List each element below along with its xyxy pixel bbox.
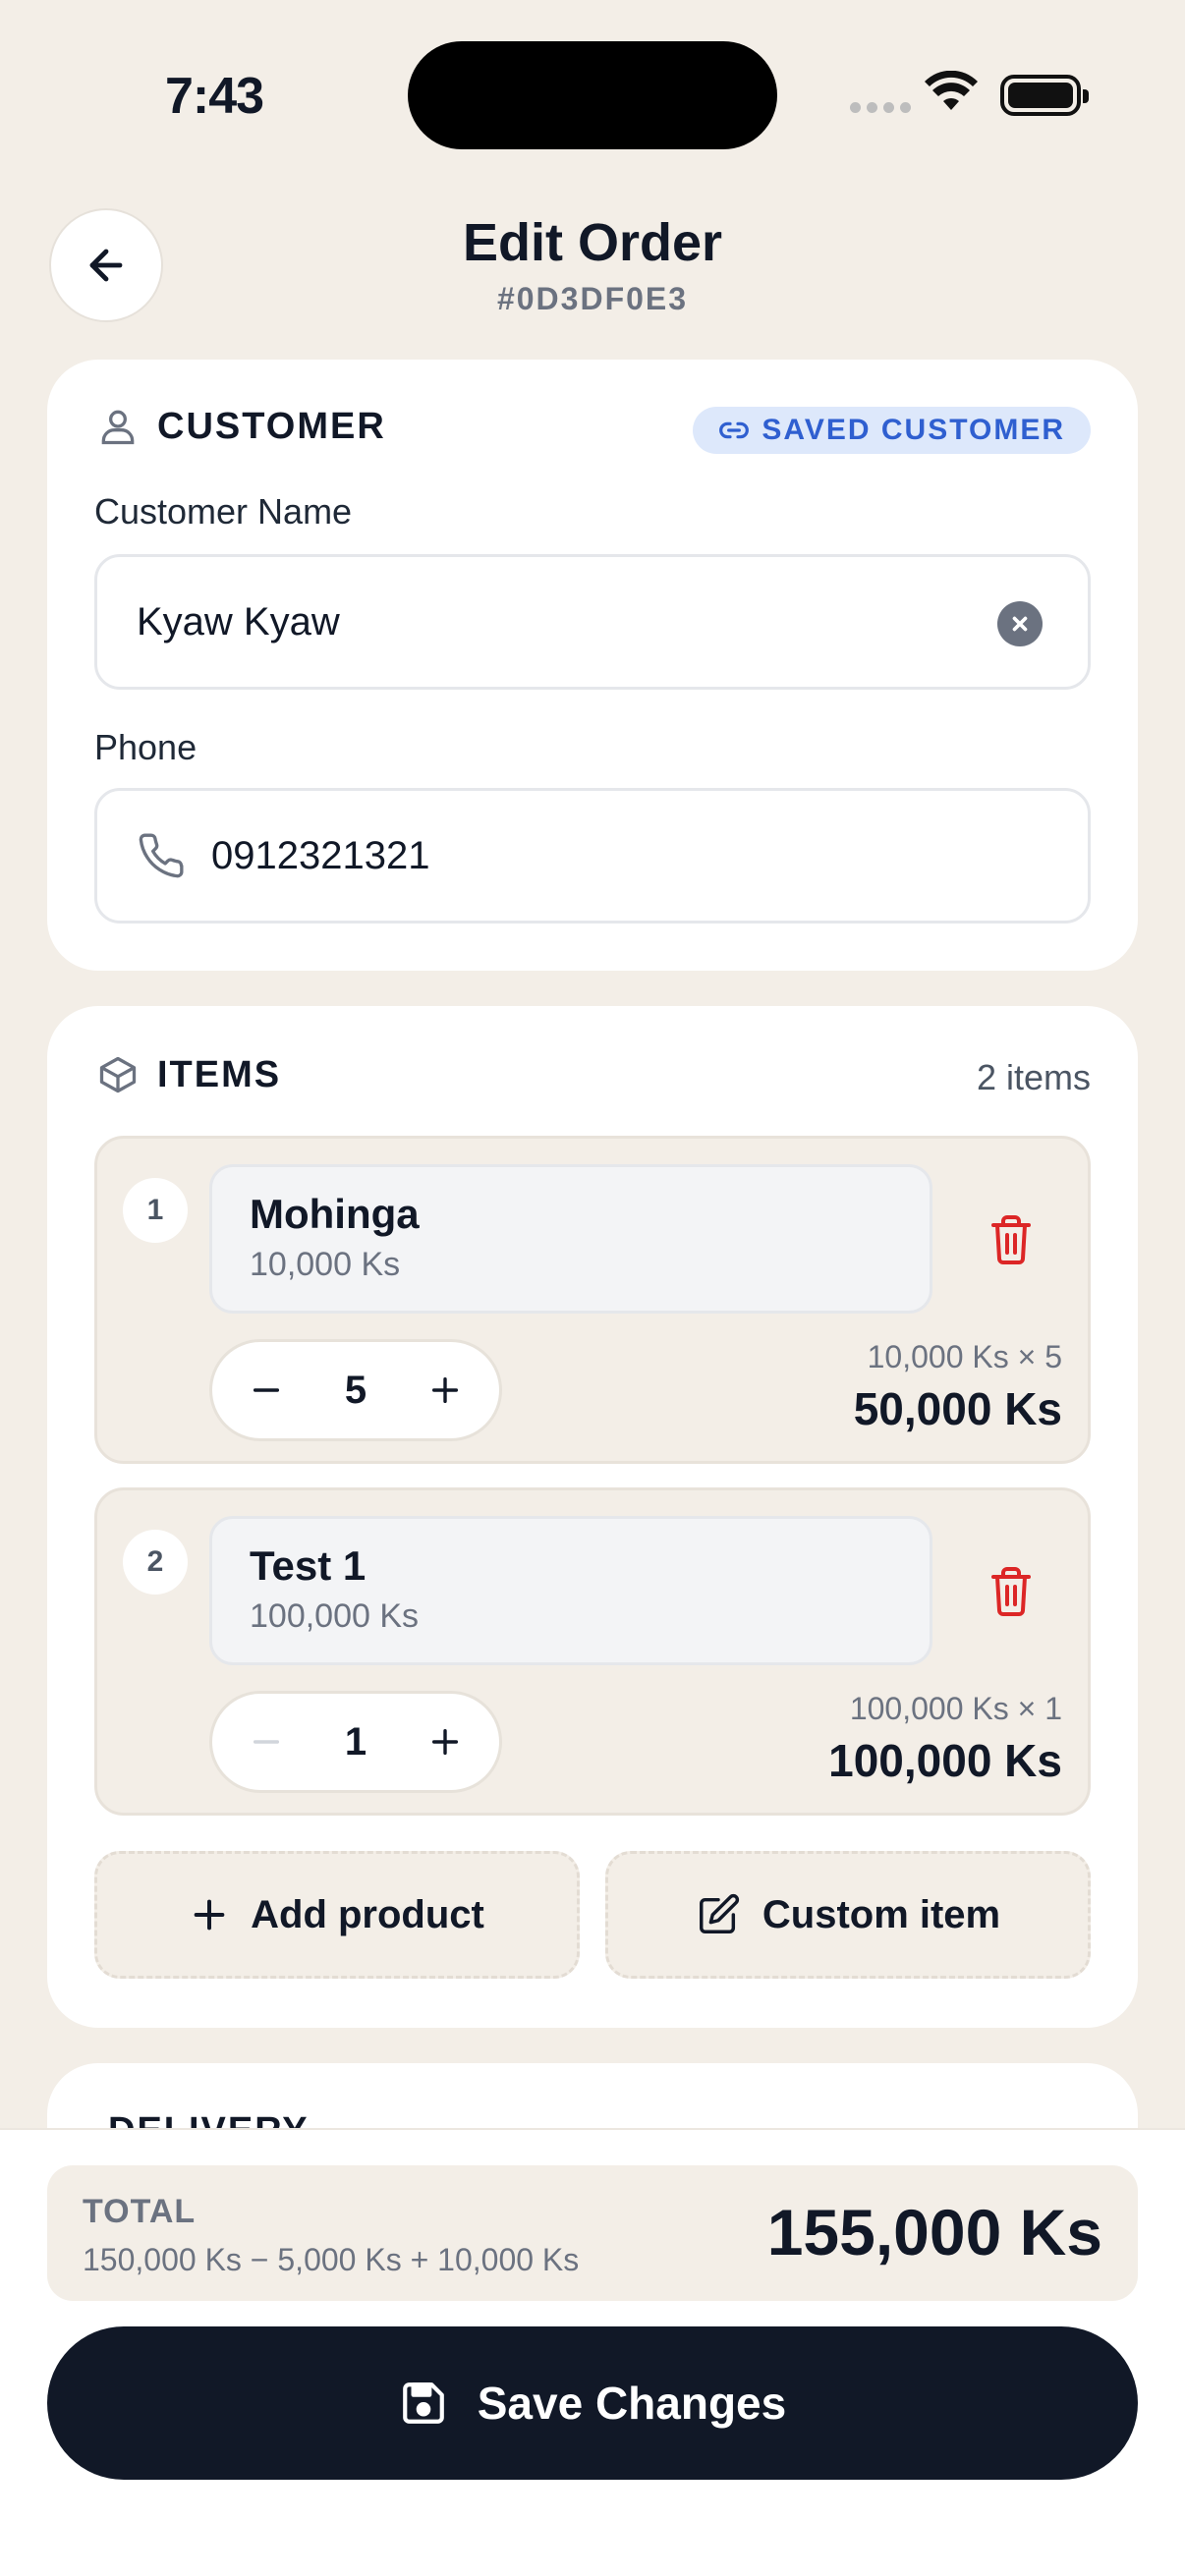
item-row: 2 Test 1 100,000 Ks 1 100,000 Ks × 1 100… xyxy=(94,1487,1091,1816)
quantity-stepper: 5 xyxy=(209,1339,502,1441)
bottom-action-bar: TOTAL 150,000 Ks − 5,000 Ks + 10,000 Ks … xyxy=(0,2128,1185,2576)
decrease-quantity-button[interactable] xyxy=(242,1366,291,1415)
saved-customer-label: SAVED CUSTOMER xyxy=(762,414,1065,446)
items-section-title: ITEMS xyxy=(157,1053,282,1095)
customer-name-input[interactable]: Kyaw Kyaw xyxy=(94,554,1091,690)
link-icon xyxy=(719,421,750,439)
item-unit-price: 10,000 Ks xyxy=(250,1246,401,1283)
user-icon xyxy=(101,410,135,445)
total-label: TOTAL xyxy=(83,2193,197,2230)
phone-icon xyxy=(139,833,184,878)
items-section-header: ITEMS xyxy=(96,1053,281,1096)
trash-icon xyxy=(991,1215,1031,1264)
delete-item-button[interactable] xyxy=(988,1213,1035,1269)
item-name: Test 1 xyxy=(250,1542,367,1589)
custom-item-label: Custom item xyxy=(762,1892,1001,1936)
total-formula: 150,000 Ks − 5,000 Ks + 10,000 Ks xyxy=(83,2242,580,2277)
box-icon xyxy=(99,1056,137,1093)
edit-icon xyxy=(699,1893,739,1933)
total-summary: TOTAL 150,000 Ks − 5,000 Ks + 10,000 Ks … xyxy=(47,2165,1138,2301)
customer-name-label: Customer Name xyxy=(94,491,353,532)
item-name: Mohinga xyxy=(250,1191,420,1237)
increase-quantity-button[interactable] xyxy=(421,1366,470,1415)
customer-name-value: Kyaw Kyaw xyxy=(137,599,340,644)
plus-icon xyxy=(431,1728,459,1756)
phone-label: Phone xyxy=(94,727,198,767)
delete-item-button[interactable] xyxy=(988,1565,1035,1621)
minus-icon xyxy=(253,1740,280,1744)
item-product-selector[interactable]: Test 1 100,000 Ks xyxy=(209,1516,932,1665)
quantity-value: 1 xyxy=(344,1719,367,1764)
customer-card: CUSTOMER SAVED CUSTOMER Customer Name Ky… xyxy=(47,360,1138,971)
page-title: Edit Order xyxy=(462,213,723,272)
trash-icon xyxy=(991,1567,1031,1616)
add-product-label: Add product xyxy=(251,1892,484,1936)
save-changes-button[interactable]: Save Changes xyxy=(47,2326,1138,2480)
total-amount: 155,000 Ks xyxy=(766,2196,1102,2268)
custom-item-button[interactable]: Custom item xyxy=(605,1851,1091,1979)
items-count: 2 items xyxy=(976,1057,1091,1097)
line-calculation: 100,000 Ks × 1 xyxy=(849,1691,1062,1726)
quantity-stepper: 1 xyxy=(209,1691,502,1793)
cellular-signal-icon xyxy=(850,102,911,113)
decrease-quantity-button[interactable] xyxy=(242,1717,291,1766)
item-product-selector[interactable]: Mohinga 10,000 Ks xyxy=(209,1164,932,1314)
phone-value: 0912321321 xyxy=(211,833,430,877)
increase-quantity-button[interactable] xyxy=(421,1717,470,1766)
save-changes-label: Save Changes xyxy=(477,2378,787,2429)
item-row: 1 Mohinga 10,000 Ks 5 10,000 Ks × 5 50,0… xyxy=(94,1136,1091,1464)
add-product-button[interactable]: Add product xyxy=(94,1851,580,1979)
quantity-value: 5 xyxy=(344,1368,367,1412)
plus-icon xyxy=(431,1376,459,1404)
item-index: 2 xyxy=(123,1530,188,1595)
line-total: 50,000 Ks xyxy=(853,1383,1062,1434)
item-index: 1 xyxy=(123,1178,188,1243)
phone-input[interactable]: 0912321321 xyxy=(94,788,1091,924)
wifi-icon xyxy=(924,70,979,119)
close-icon xyxy=(1012,616,1028,632)
dynamic-island xyxy=(408,41,777,149)
save-icon xyxy=(402,2382,444,2424)
saved-customer-badge[interactable]: SAVED CUSTOMER xyxy=(693,407,1091,454)
plus-icon xyxy=(194,1899,225,1931)
minus-icon xyxy=(253,1388,280,1392)
customer-section-header: CUSTOMER xyxy=(96,405,386,448)
item-unit-price: 100,000 Ks xyxy=(250,1597,420,1635)
line-calculation: 10,000 Ks × 5 xyxy=(867,1339,1062,1374)
line-total: 100,000 Ks xyxy=(828,1735,1062,1786)
status-time: 7:43 xyxy=(165,68,264,125)
order-id: #0D3DF0E3 xyxy=(496,281,689,316)
customer-section-title: CUSTOMER xyxy=(157,405,386,447)
clear-name-button[interactable] xyxy=(997,601,1043,646)
items-card: ITEMS 2 items 1 Mohinga 10,000 Ks 5 10,0… xyxy=(47,1006,1138,2028)
battery-icon xyxy=(1000,75,1089,116)
